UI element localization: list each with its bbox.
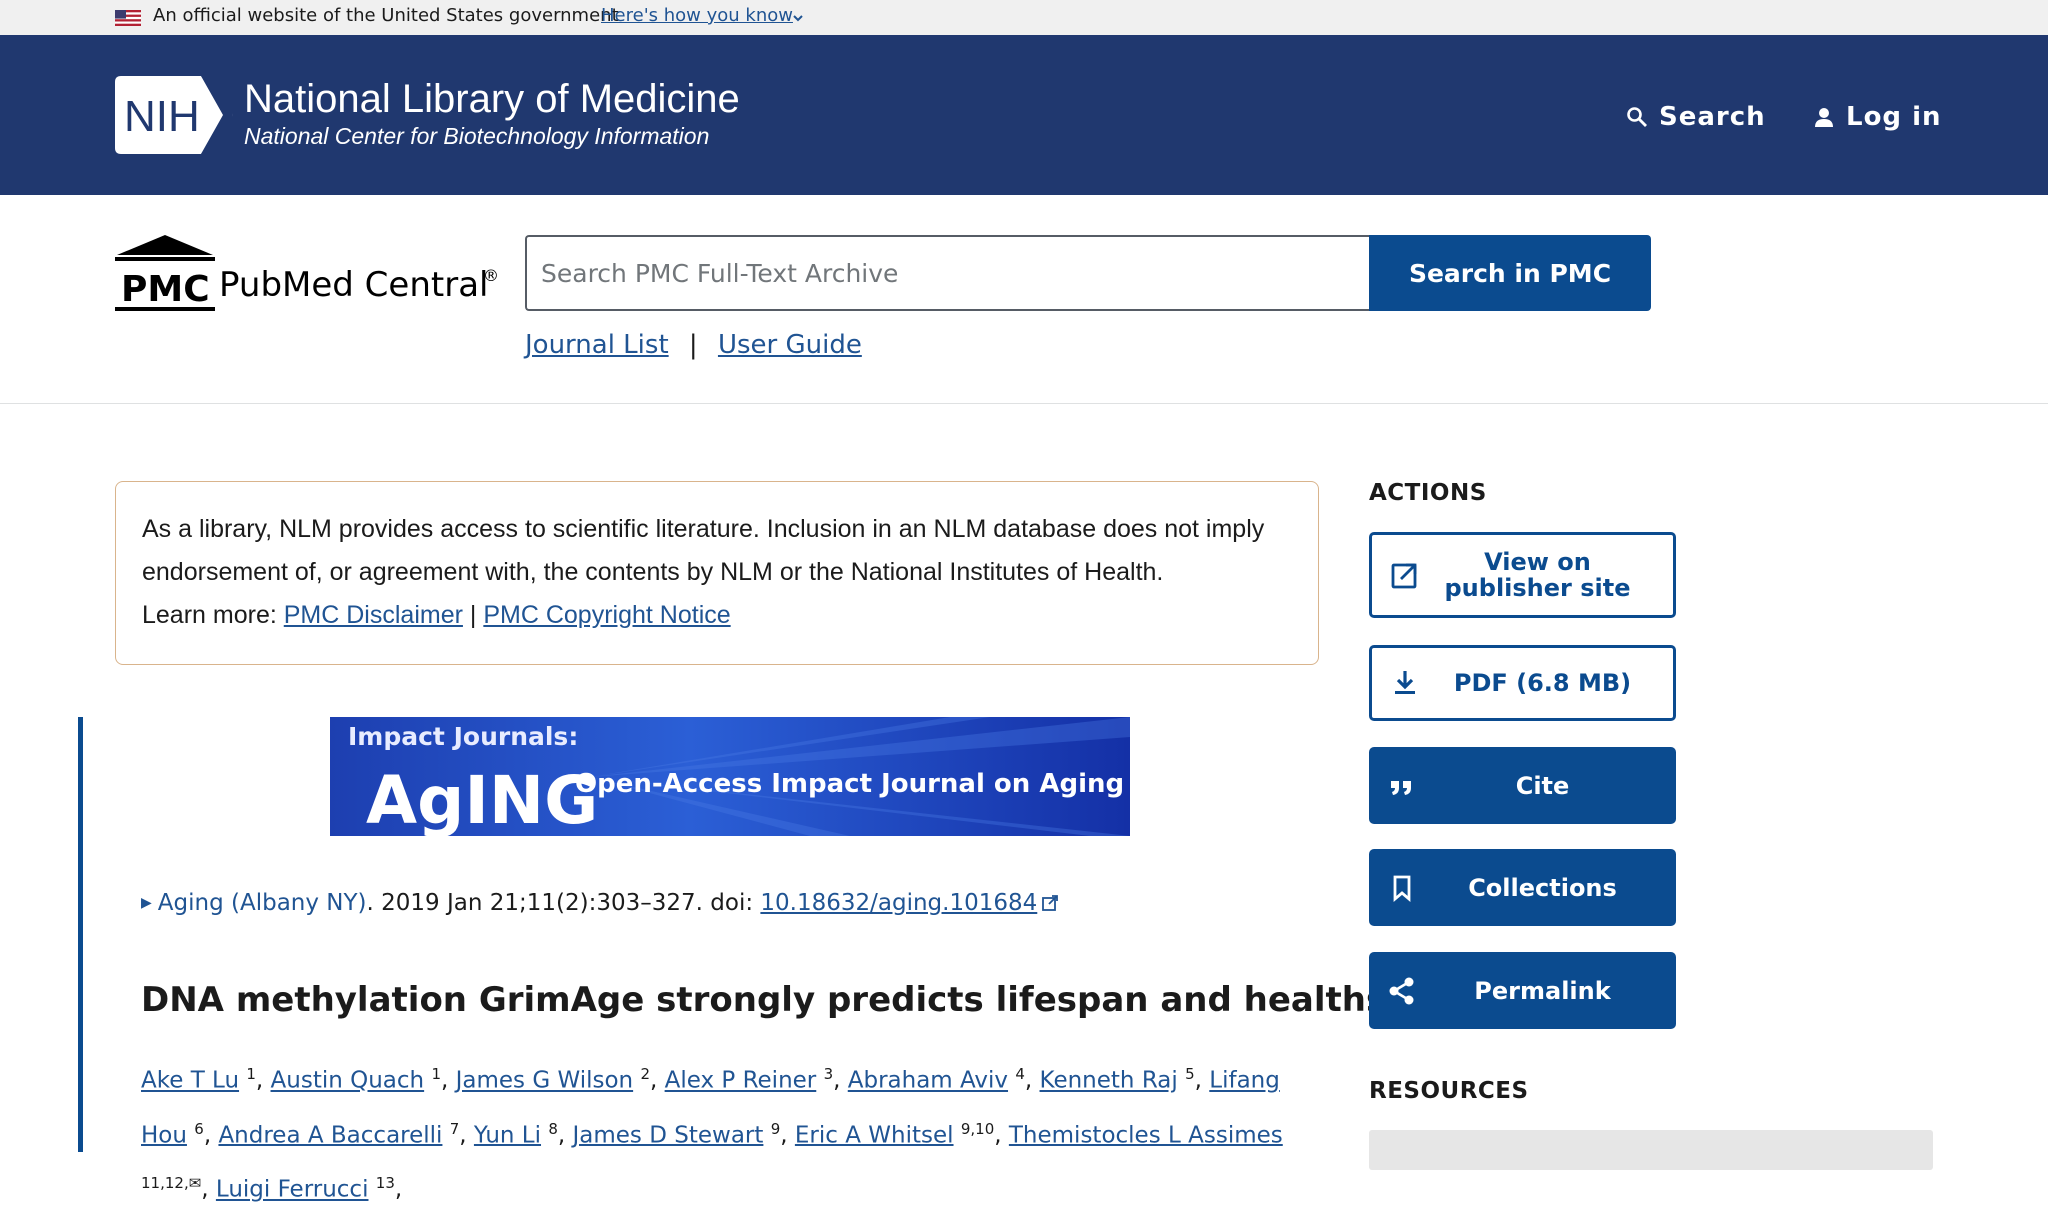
quote-icon <box>1386 770 1418 802</box>
header-divider <box>0 403 2048 404</box>
permalink-button[interactable]: Permalink <box>1369 952 1676 1029</box>
user-guide-link[interactable]: User Guide <box>718 330 862 360</box>
author-affiliation[interactable]: 13 <box>376 1174 395 1192</box>
link-separator: | <box>688 330 698 360</box>
bookmark-icon <box>1386 872 1418 904</box>
author-affiliation[interactable]: 11,12,✉ <box>141 1174 201 1192</box>
resources-heading: RESOURCES <box>1369 1078 1529 1104</box>
resources-panel[interactable] <box>1369 1130 1933 1170</box>
external-link-icon <box>1389 559 1421 591</box>
pmc-nav-links: Journal List | User Guide <box>525 330 862 360</box>
header-search-button[interactable]: Search <box>1625 97 1766 137</box>
svg-text:®: ® <box>483 266 499 285</box>
search-in-pmc-button[interactable]: Search in PMC <box>1369 235 1651 311</box>
author-link[interactable]: James G Wilson <box>456 1068 634 1094</box>
user-icon <box>1815 108 1833 127</box>
chevron-down-icon[interactable] <box>792 12 804 24</box>
article-citation: ▶ Aging (Albany NY). 2019 Jan 21;11(2):30… <box>141 890 1059 916</box>
svg-text:NIH: NIH <box>124 92 200 141</box>
actions-heading: ACTIONS <box>1369 480 1487 506</box>
author-affiliation[interactable]: 9 <box>771 1120 781 1138</box>
author-affiliation[interactable]: 9,10 <box>961 1120 994 1138</box>
heres-how-you-know-link[interactable]: Here's how you know <box>601 5 793 26</box>
author-link[interactable]: Alex P Reiner <box>665 1068 817 1094</box>
search-icon <box>1627 107 1647 127</box>
nlm-title[interactable]: National Library of Medicine <box>244 77 740 122</box>
author-link[interactable]: James D Stewart <box>573 1122 764 1148</box>
cite-button[interactable]: Cite <box>1369 747 1676 824</box>
svg-text:PMC: PMC <box>121 269 210 310</box>
view-on-publisher-button[interactable]: View on publisher site <box>1369 532 1676 618</box>
author-link[interactable]: Austin Quach <box>271 1068 425 1094</box>
pmc-disclaimer-link[interactable]: PMC Disclaimer <box>284 601 463 629</box>
author-link[interactable]: Themistocles L Assimes <box>1009 1122 1283 1148</box>
author-affiliation[interactable]: 5 <box>1185 1065 1195 1083</box>
external-link-icon <box>1042 895 1059 911</box>
article-accent-bar <box>78 717 83 1152</box>
article-title: DNA methylation GrimAge strongly predict… <box>141 980 1458 1020</box>
author-link[interactable]: Andrea A Baccarelli <box>218 1122 442 1148</box>
collections-button[interactable]: Collections <box>1369 849 1676 926</box>
journal-banner[interactable]: Impact Journals: AgING Open-Access Impac… <box>330 717 1130 836</box>
author-link[interactable]: Kenneth Raj <box>1040 1068 1178 1094</box>
citation-details: . 2019 Jan 21;11(2):303–327. doi: <box>366 890 761 916</box>
nih-logo[interactable]: NIH <box>115 76 233 154</box>
author-affiliation[interactable]: 1 <box>431 1065 441 1083</box>
disclaimer-text: As a library, NLM provides access to sci… <box>142 515 1265 586</box>
pmc-logo[interactable]: PMC PubMed Central ® <box>115 235 500 313</box>
author-affiliation[interactable]: 1 <box>246 1065 256 1083</box>
author-link[interactable]: Yun Li <box>474 1122 541 1148</box>
nih-header: NIH National Library of Medicine Nationa… <box>0 35 2048 195</box>
journal-list-link[interactable]: Journal List <box>525 330 669 360</box>
nlm-disclaimer: As a library, NLM provides access to sci… <box>115 481 1319 665</box>
author-affiliation[interactable]: 6 <box>194 1120 204 1138</box>
login-button[interactable]: Log in <box>1812 97 1942 137</box>
author-link[interactable]: Ake T Lu <box>141 1068 239 1094</box>
pmc-copyright-link[interactable]: PMC Copyright Notice <box>483 601 730 629</box>
ncbi-subtitle: National Center for Biotechnology Inform… <box>244 123 710 149</box>
author-affiliation[interactable]: 7 <box>450 1120 460 1138</box>
svg-text:AgING: AgING <box>366 762 598 836</box>
gov-banner-text: An official website of the United States… <box>153 5 619 26</box>
gov-banner: An official website of the United States… <box>0 0 2048 35</box>
search-label: Search <box>1659 102 1766 132</box>
journal-name-link[interactable]: Aging (Albany NY) <box>158 890 367 916</box>
pdf-download-button[interactable]: PDF (6.8 MB) <box>1369 645 1676 721</box>
author-list: Ake T Lu 1, Austin Quach 1, James G Wils… <box>141 1065 1283 1203</box>
share-icon <box>1386 975 1418 1007</box>
author-link[interactable]: Abraham Aviv <box>848 1068 1008 1094</box>
author-link[interactable]: Eric A Whitsel <box>795 1122 954 1148</box>
learn-more-label: Learn more: <box>142 601 277 629</box>
svg-text:PubMed Central: PubMed Central <box>219 265 488 305</box>
author-affiliation[interactable]: 4 <box>1015 1065 1025 1083</box>
author-affiliation[interactable]: 3 <box>824 1065 834 1083</box>
login-label: Log in <box>1846 102 1942 132</box>
expand-triangle-icon[interactable]: ▶ <box>141 895 152 911</box>
pmc-search-input[interactable] <box>525 235 1369 311</box>
svg-text:Impact Journals:: Impact Journals: <box>348 722 578 751</box>
us-flag-icon <box>115 10 141 26</box>
author-affiliation[interactable]: 8 <box>548 1120 558 1138</box>
doi-link[interactable]: 10.18632/aging.101684 <box>760 890 1037 916</box>
author-affiliation[interactable]: 2 <box>640 1065 650 1083</box>
svg-text:Open-Access Impact Journal on: Open-Access Impact Journal on Aging <box>575 769 1124 799</box>
author-link[interactable]: Luigi Ferrucci <box>216 1177 369 1203</box>
download-icon <box>1389 667 1421 699</box>
disclaimer-separator: | <box>469 601 477 629</box>
